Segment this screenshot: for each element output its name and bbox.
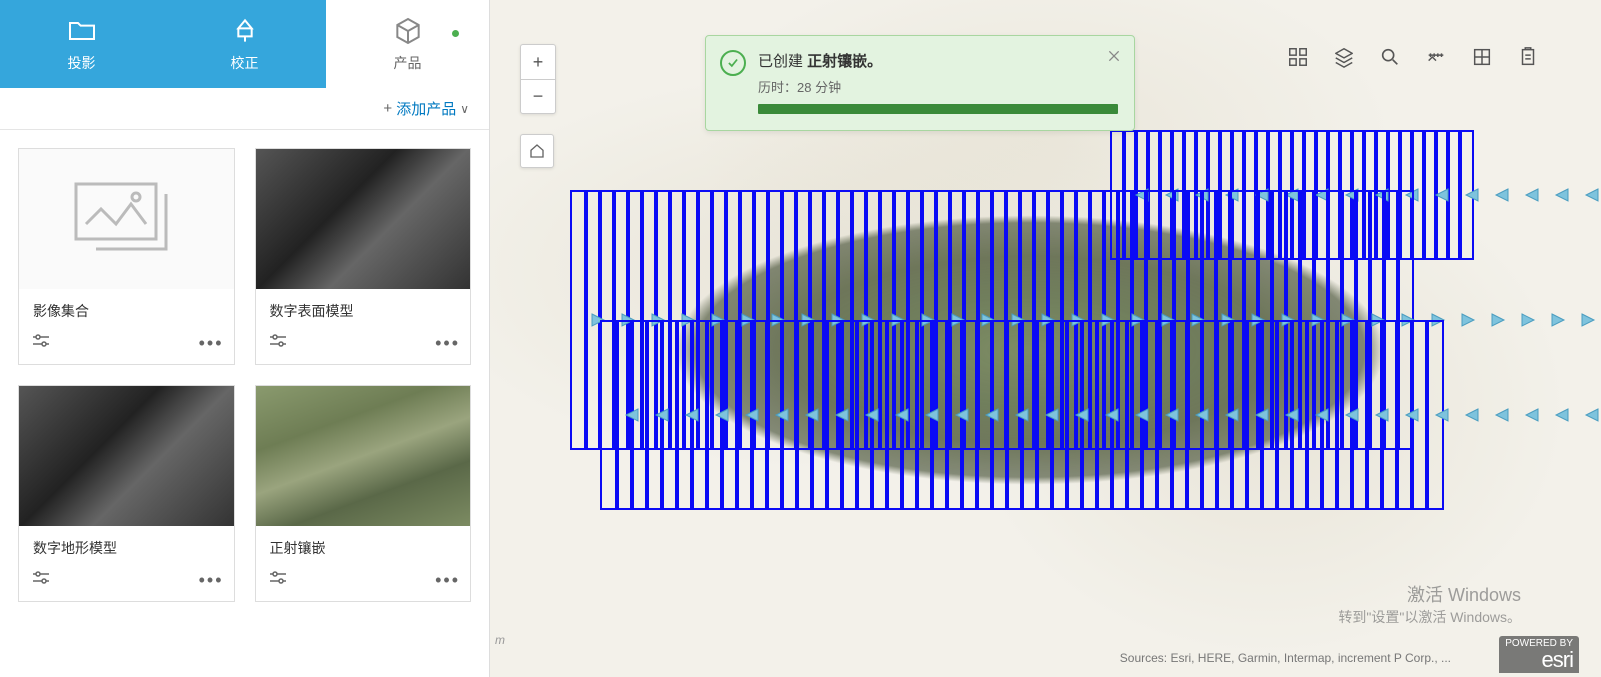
thumbnail	[256, 149, 471, 289]
sliders-icon[interactable]	[270, 571, 286, 590]
clipboard-button[interactable]	[1515, 44, 1541, 70]
watermark-line1: 激活 Windows	[1338, 581, 1521, 607]
drone-icon	[229, 15, 261, 47]
zoom-in-button[interactable]: +	[521, 45, 555, 79]
image-placeholder-icon	[71, 179, 181, 259]
thumbnail	[256, 386, 471, 526]
search-icon	[1379, 46, 1401, 68]
folder-icon	[66, 15, 98, 47]
extent-button[interactable]	[1469, 44, 1495, 70]
close-icon	[1106, 48, 1122, 64]
product-cards: 影像集合 ••• 数字表面模型 •••	[0, 130, 489, 620]
status-dot	[452, 30, 459, 37]
card-title: 影像集合	[19, 289, 234, 327]
search-button[interactable]	[1377, 44, 1403, 70]
home-icon	[528, 142, 546, 160]
toast-subtext: 历时：28 分钟	[758, 77, 1118, 96]
cube-icon	[392, 15, 424, 47]
thumbnail	[19, 149, 234, 289]
map-view[interactable]: + − 已创建 正射镶嵌。 历时：28 分钟	[490, 0, 1601, 677]
toast-message: 已创建 正射镶嵌。	[758, 50, 1118, 71]
home-button[interactable]	[520, 134, 554, 168]
ruler-icon	[1425, 46, 1447, 68]
tabs: 投影 校正 产品	[0, 0, 489, 88]
sidebar: 投影 校正 产品 + 添加产品 ∨	[0, 0, 490, 677]
ortho-imagery-layer	[620, 180, 1440, 520]
tab-correction[interactable]: 校正	[163, 0, 326, 88]
success-toast: 已创建 正射镶嵌。 历时：28 分钟	[705, 35, 1135, 131]
chevron-down-icon[interactable]: ∨	[460, 102, 469, 116]
clipboard-icon	[1517, 46, 1539, 68]
map-toolbar	[1275, 38, 1551, 76]
card-dsm[interactable]: 数字表面模型 •••	[255, 148, 472, 365]
sliders-icon[interactable]	[33, 571, 49, 590]
tab-label: 校正	[231, 53, 259, 73]
basemap-gallery-button[interactable]	[1285, 44, 1311, 70]
more-icon[interactable]: •••	[199, 570, 224, 591]
thumbnail	[19, 386, 234, 526]
esri-logo: POWERED BY esri	[1499, 636, 1579, 673]
zoom-out-button[interactable]: −	[521, 79, 555, 113]
tab-label: 投影	[68, 53, 96, 73]
extent-icon	[1471, 46, 1493, 68]
tab-projection[interactable]: 投影	[0, 0, 163, 88]
sliders-icon[interactable]	[270, 334, 286, 353]
toast-bold: 正射镶嵌。	[807, 53, 882, 70]
toast-prefix: 已创建	[758, 53, 807, 70]
scale-unit: m	[495, 633, 505, 647]
add-product-link[interactable]: 添加产品	[396, 98, 456, 119]
windows-watermark: 激活 Windows 转到"设置"以激活 Windows。	[1338, 581, 1521, 627]
card-ortho[interactable]: 正射镶嵌 •••	[255, 385, 472, 602]
plus-icon: +	[383, 100, 392, 117]
sliders-icon[interactable]	[33, 334, 49, 353]
close-button[interactable]	[1106, 48, 1122, 69]
measure-button[interactable]	[1423, 44, 1449, 70]
check-icon	[720, 50, 746, 76]
add-product-row: + 添加产品 ∨	[0, 88, 489, 130]
grid-icon	[1287, 46, 1309, 68]
tab-label: 产品	[394, 53, 422, 73]
tab-products[interactable]: 产品	[326, 0, 489, 88]
more-icon[interactable]: •••	[435, 333, 460, 354]
card-title: 数字表面模型	[256, 289, 471, 327]
card-title: 正射镶嵌	[256, 526, 471, 564]
more-icon[interactable]: •••	[199, 333, 224, 354]
card-image-collection[interactable]: 影像集合 •••	[18, 148, 235, 365]
layers-button[interactable]	[1331, 44, 1357, 70]
progress-bar	[758, 104, 1118, 114]
watermark-line2: 转到"设置"以激活 Windows。	[1338, 607, 1521, 627]
map-attribution: Sources: Esri, HERE, Garmin, Intermap, i…	[1120, 651, 1451, 665]
zoom-control: + −	[520, 44, 556, 114]
more-icon[interactable]: •••	[435, 570, 460, 591]
layers-icon	[1333, 46, 1355, 68]
card-dtm[interactable]: 数字地形模型 •••	[18, 385, 235, 602]
card-title: 数字地形模型	[19, 526, 234, 564]
